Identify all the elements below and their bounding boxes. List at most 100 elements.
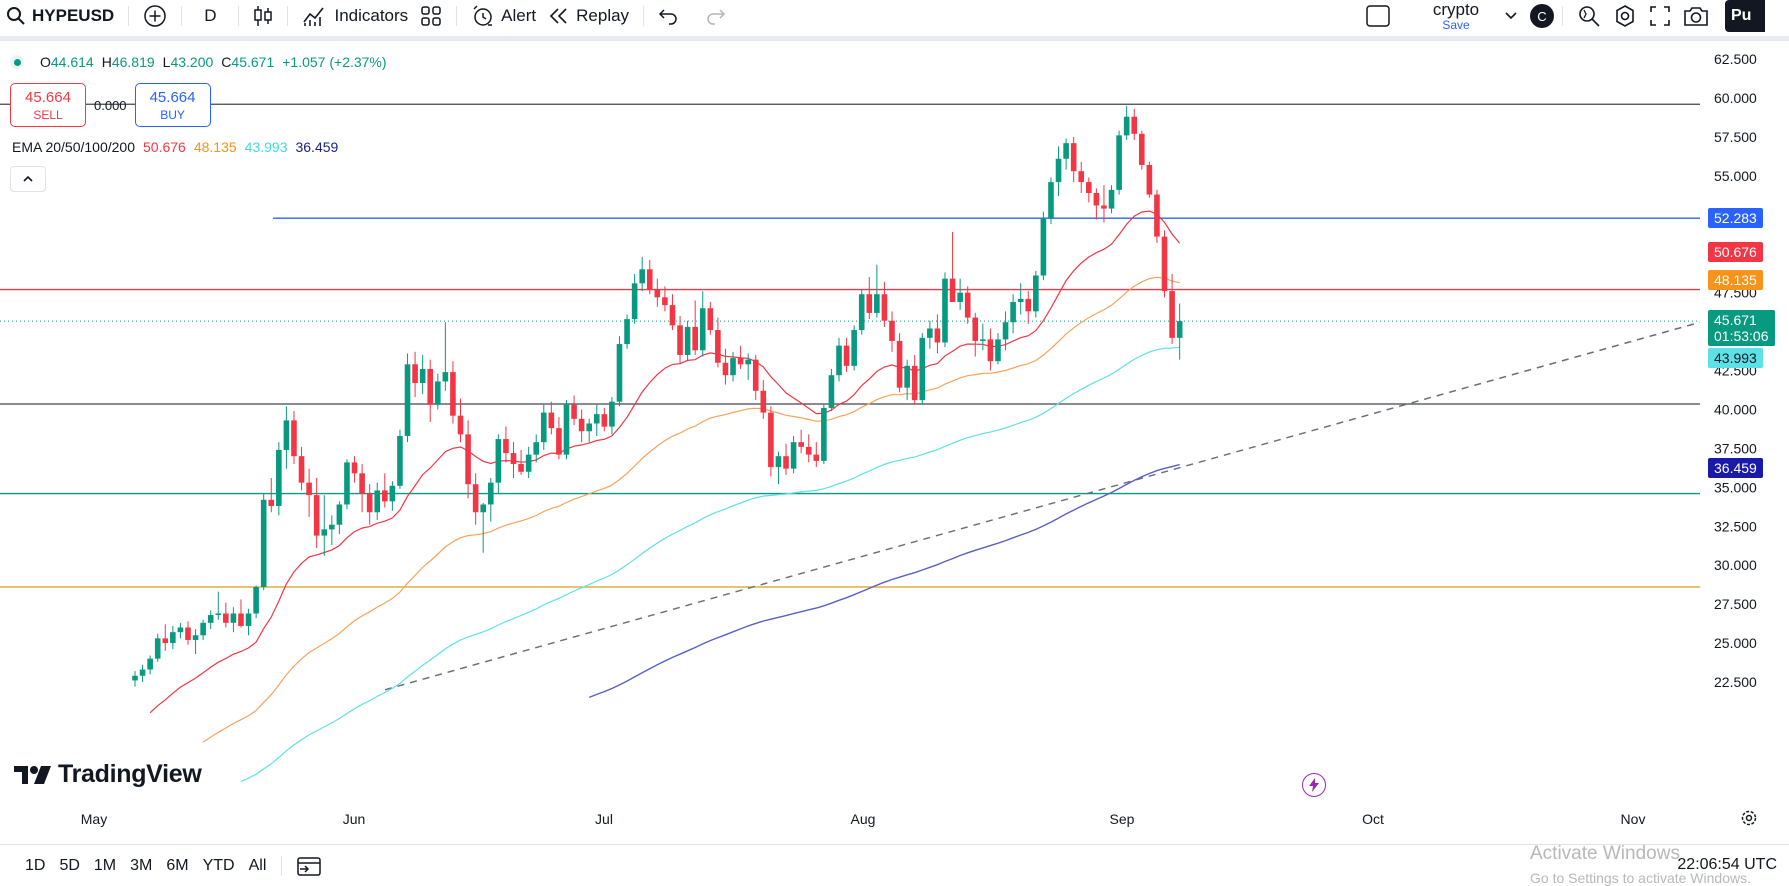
interval-button[interactable]: D xyxy=(190,0,230,32)
price-axis[interactable]: 62.50060.00057.50055.00052.50050.00047.5… xyxy=(1700,41,1789,841)
compare-symbol-button[interactable] xyxy=(137,0,173,32)
range-button-all[interactable]: All xyxy=(242,857,274,875)
candle-body xyxy=(1078,171,1085,183)
buy-button[interactable]: 45.664 BUY xyxy=(134,83,211,127)
candle-body xyxy=(245,613,252,626)
replay-button[interactable]: Replay xyxy=(542,0,635,32)
chart-pane[interactable] xyxy=(0,41,1700,803)
candle xyxy=(874,264,880,318)
range-button-1m[interactable]: 1M xyxy=(87,857,123,875)
candle xyxy=(631,273,638,324)
candle-body xyxy=(207,615,214,623)
candle-body xyxy=(843,345,850,366)
candle-body xyxy=(631,283,638,320)
bar-countdown: 01:53:06 xyxy=(1714,328,1769,345)
candle-body xyxy=(1017,298,1024,303)
candle xyxy=(790,435,797,474)
top-toolbar: HYPEUSD D Indicators Alert Replay crypto… xyxy=(0,0,1789,32)
candle xyxy=(896,333,903,393)
range-button-3m[interactable]: 3M xyxy=(123,857,159,875)
candle-body xyxy=(934,328,941,343)
candle-body xyxy=(813,454,820,461)
candle xyxy=(412,351,418,398)
tradingview-logo[interactable]: TradingView xyxy=(14,760,202,789)
ema-legend-row[interactable]: EMA 20/50/100/200 50.676 48.135 43.993 3… xyxy=(12,139,338,155)
time-axis-label: Oct xyxy=(1362,811,1384,827)
market-status-dot[interactable] xyxy=(10,55,24,69)
plus-circle-icon xyxy=(143,4,167,28)
settings-button[interactable] xyxy=(1607,0,1643,32)
legend-collapse-button[interactable] xyxy=(10,166,46,192)
candle-body xyxy=(435,381,441,405)
range-button-ytd[interactable]: YTD xyxy=(196,857,242,875)
templates-button[interactable] xyxy=(414,0,448,32)
undo-button[interactable] xyxy=(652,0,686,32)
candle-body xyxy=(662,297,668,306)
candle xyxy=(934,314,941,354)
candle xyxy=(1063,138,1069,170)
layout-select-button[interactable] xyxy=(1360,0,1396,32)
candle-body xyxy=(412,364,418,383)
candle-body xyxy=(1169,291,1175,338)
range-button-6m[interactable]: 6M xyxy=(159,857,195,875)
redo-button[interactable] xyxy=(698,0,732,32)
candle xyxy=(268,477,275,513)
candle xyxy=(1139,130,1145,170)
candle xyxy=(669,294,676,331)
alert-button[interactable]: Alert xyxy=(465,0,542,32)
candles-icon xyxy=(253,5,273,27)
candle-body xyxy=(518,463,524,472)
range-button-1d[interactable]: 1D xyxy=(18,857,52,875)
candle-body xyxy=(775,456,782,468)
candle-body xyxy=(1093,192,1100,206)
layout-dropdown-button[interactable] xyxy=(1498,0,1524,32)
candle-body xyxy=(389,485,396,502)
candle-body xyxy=(495,439,502,483)
range-button-5d[interactable]: 5D xyxy=(52,857,86,875)
quick-search-button[interactable] xyxy=(1571,0,1607,32)
undo-icon xyxy=(658,7,680,25)
indicators-button[interactable]: Indicators xyxy=(296,0,414,32)
camera-icon xyxy=(1683,5,1709,27)
candle xyxy=(571,395,577,426)
candle-body xyxy=(1101,205,1107,209)
candle-body xyxy=(866,294,873,313)
candle-body xyxy=(276,449,282,507)
candle xyxy=(858,289,865,335)
candle-body xyxy=(1123,116,1130,136)
publish-button[interactable]: Pu xyxy=(1725,0,1765,32)
chart-type-button[interactable] xyxy=(247,0,279,32)
toolbar-divider xyxy=(1562,6,1563,26)
user-avatar[interactable]: C xyxy=(1530,4,1554,28)
price-tick-label: 62.500 xyxy=(1714,51,1757,67)
price-tag-ema50: 48.135 xyxy=(1708,270,1763,291)
goto-date-button[interactable] xyxy=(290,850,328,882)
candle-body xyxy=(1086,182,1092,193)
candle xyxy=(450,361,456,424)
candle-body xyxy=(238,613,244,626)
candle xyxy=(601,407,608,432)
layout-name-block[interactable]: crypto Save xyxy=(1426,1,1486,32)
candle xyxy=(366,484,373,525)
candle-body xyxy=(374,490,381,513)
snapshot-button[interactable] xyxy=(1677,0,1715,32)
candle-body xyxy=(1048,182,1054,218)
candle-body xyxy=(1176,321,1183,338)
fullscreen-button[interactable] xyxy=(1643,0,1677,32)
candle xyxy=(170,625,176,650)
candle xyxy=(1131,108,1138,141)
candle-body xyxy=(737,358,744,365)
event-badge[interactable] xyxy=(1302,773,1326,797)
chevron-up-icon xyxy=(21,174,35,184)
candle-body xyxy=(790,442,797,469)
candle xyxy=(639,256,645,292)
symbol-search-button[interactable]: HYPEUSD xyxy=(0,0,120,32)
sell-button[interactable]: 45.664 SELL xyxy=(10,83,86,127)
axis-settings-button[interactable] xyxy=(1740,809,1758,832)
candle xyxy=(344,459,350,510)
candle-body xyxy=(1108,189,1115,209)
time-axis[interactable]: May Jun Jul Aug Sep Oct Nov xyxy=(0,805,1700,833)
candle-body xyxy=(919,337,926,401)
time-axis-label: Nov xyxy=(1620,811,1646,827)
candle-body xyxy=(904,365,910,388)
